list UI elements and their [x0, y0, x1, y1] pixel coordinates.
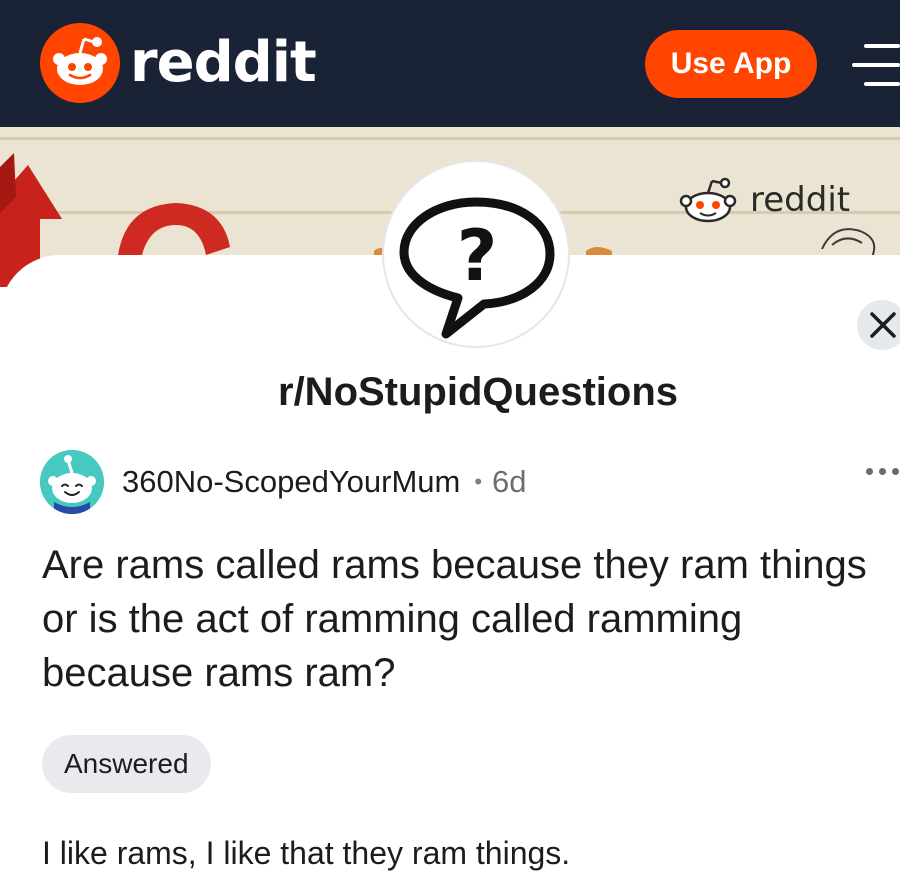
- author-avatar[interactable]: [40, 450, 104, 514]
- author-username[interactable]: 360No-ScopedYourMum: [122, 464, 460, 500]
- top-bar: reddit Use App: [0, 0, 900, 127]
- question-speech-bubble-icon: ?: [399, 197, 555, 339]
- reddit-snoo-icon: [40, 23, 120, 103]
- more-options-icon[interactable]: [866, 468, 900, 478]
- reddit-wordmark: reddit: [130, 30, 317, 95]
- use-app-button[interactable]: Use App: [645, 30, 817, 98]
- community-avatar[interactable]: ?: [382, 160, 570, 348]
- post-age: 6d: [492, 464, 527, 499]
- banner-snoo-icon: [679, 177, 737, 223]
- hamburger-menu-icon[interactable]: [852, 40, 900, 90]
- snoo-avatar-icon: [40, 450, 104, 514]
- reddit-logo[interactable]: reddit: [40, 22, 317, 104]
- post-body: I like rams, I like that they ram things…: [42, 835, 571, 871]
- post-flair[interactable]: Answered: [42, 735, 211, 793]
- post-meta: 360No-ScopedYourMum • 6d: [40, 450, 527, 514]
- svg-text:?: ?: [457, 215, 498, 297]
- close-button[interactable]: [857, 300, 900, 350]
- banner-reddit-brand: reddit: [672, 175, 850, 225]
- meta-separator: •: [474, 469, 483, 494]
- banner-wordmark: reddit: [750, 180, 851, 220]
- post-title[interactable]: Are rams called rams because they ram th…: [42, 538, 898, 700]
- subreddit-name[interactable]: r/NoStupidQuestions: [0, 370, 900, 415]
- close-icon: [870, 312, 896, 338]
